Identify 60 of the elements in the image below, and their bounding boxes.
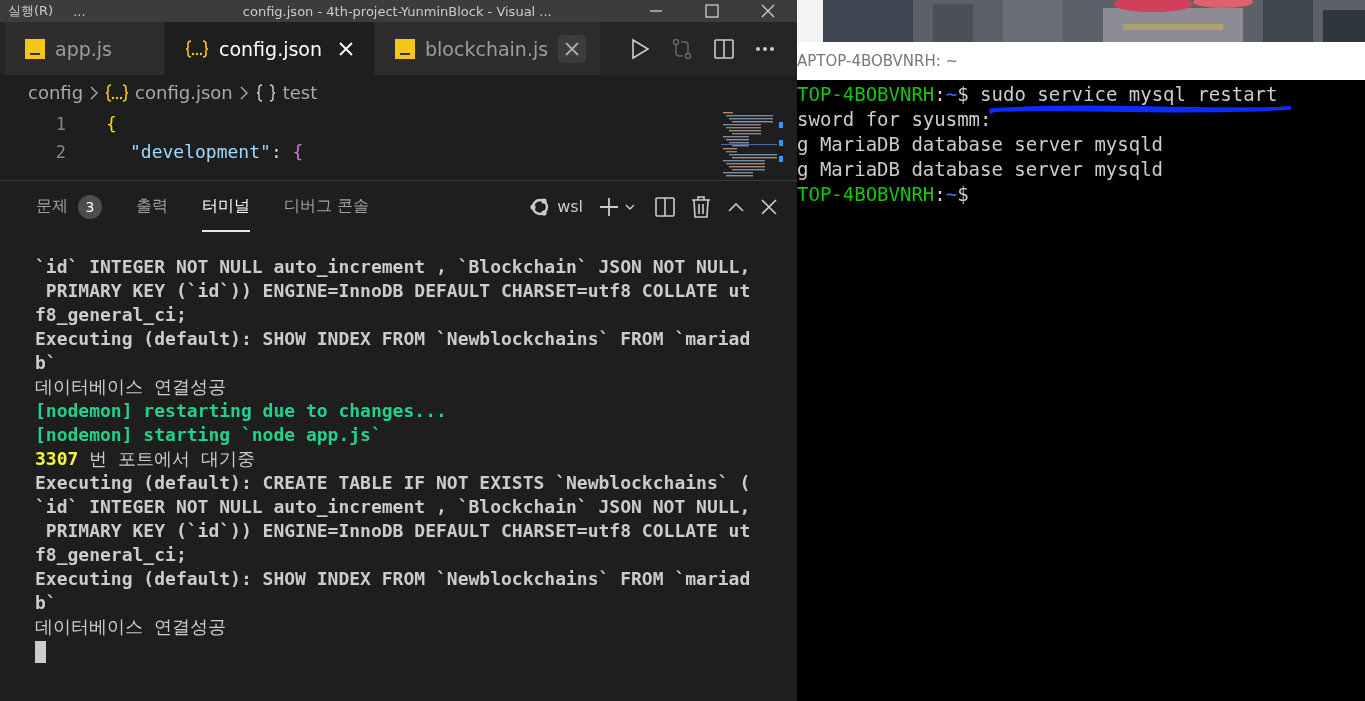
chevron-right-icon [238,84,249,101]
panel-tab[interactable]: 디버그 콘솔 [284,181,370,232]
line-number: 2 [54,141,66,164]
panel-tab[interactable]: 터미널 [202,181,250,232]
play-icon[interactable] [629,37,651,60]
more-actions-icon[interactable] [755,45,775,52]
terminal-line: 데이터베이스 연결성공 [35,375,227,399]
terminal-line: `id` INTEGER NOT NULL auto_increment , `Blockchain` JSON NOT NULL, [35,255,752,279]
split-terminal-icon[interactable] [655,196,675,217]
terminal-cursor [35,641,46,663]
window-title: APTOP-4BOBVNRH: ~ [797,52,959,70]
terminal-line: PRIMARY KEY (`id`)) ENGINE=InnoDB DEFAULT CHARSET=utf8 COLLATE ut [44,279,752,303]
terminal-line: 데이터베이스 연결성공 [35,615,227,639]
terminal-line: f8_general_ci; [35,543,188,567]
terminal-line: [nodemon] restarting due to changes... [35,399,448,423]
breadcrumb[interactable]: test [282,82,318,103]
chevron-right-icon [89,84,100,101]
terminal-line: b` [35,591,58,615]
code-line: "development": { [129,140,304,164]
terminal-line: [nodemon] starting `node app.js` [35,423,383,447]
window-title: config.json - 4th-project-YunminBlock - Visual ... [241,3,553,19]
js-file-icon [25,38,45,59]
terminal-line: Executing (default): SHOW INDEX FROM `Newblockchains` FROM `mariad [35,327,752,351]
terminal-line: `id` INTEGER NOT NULL auto_increment , `Blockchain` JSON NOT NULL, [35,495,752,519]
terminal-line: g MariaDB database server mysqld [797,132,1164,157]
terminal-line: sword for syusmm: [797,107,992,132]
terminal-line: 3307 번 포트에서 대기중 [35,447,256,471]
close-icon[interactable] [337,39,355,58]
editor-tab[interactable]: blockchain.js [375,22,602,75]
split-editor-icon[interactable] [713,37,735,60]
panel-tab[interactable]: 출력 [136,181,168,232]
terminal-line: b` [35,351,58,375]
terminal-selector[interactable]: wsl [529,195,583,218]
terminal-line: TOP-4BOBVNRH:~$ [797,182,969,207]
braces-icon [254,83,277,102]
terminal-line: TOP-4BOBVNRH:~$ sudo service mysql restart [797,82,1278,107]
close-icon[interactable] [761,4,775,18]
code-line: { [106,112,118,136]
maximize-panel-icon[interactable] [727,200,745,213]
close-icon[interactable] [761,198,777,215]
count-badge: 3 [78,194,102,219]
editor-tab[interactable]: config.json [165,22,375,75]
editor-tab[interactable]: app.js [5,22,165,75]
terminal-line: f8_general_ci; [35,303,188,327]
terminal-line: Executing (default): CREATE TABLE IF NOT EXISTS `Newblockchains` ( [35,471,752,495]
terminal-line: Executing (default): SHOW INDEX FROM `Newblockchains` FROM `mariad [35,567,752,591]
breadcrumb[interactable]: config [28,82,84,103]
more-menu[interactable]: ... [73,3,86,19]
json-file-icon [185,39,209,58]
menu-item[interactable]: 실행(R) [8,2,54,20]
trash-icon[interactable] [691,195,711,218]
js-file-icon [395,38,415,59]
json-file-icon [105,83,130,102]
panel-tab[interactable]: 문제 3 [36,181,102,232]
terminal-line: g MariaDB database server mysqld [797,157,1164,182]
line-number: 1 [54,113,66,136]
maximize-icon[interactable] [705,4,719,18]
breadcrumb[interactable]: config.json [135,82,233,103]
terminal-line: PRIMARY KEY (`id`)) ENGINE=InnoDB DEFAULT CHARSET=utf8 COLLATE ut [44,519,752,543]
compare-changes-icon[interactable] [671,37,693,60]
